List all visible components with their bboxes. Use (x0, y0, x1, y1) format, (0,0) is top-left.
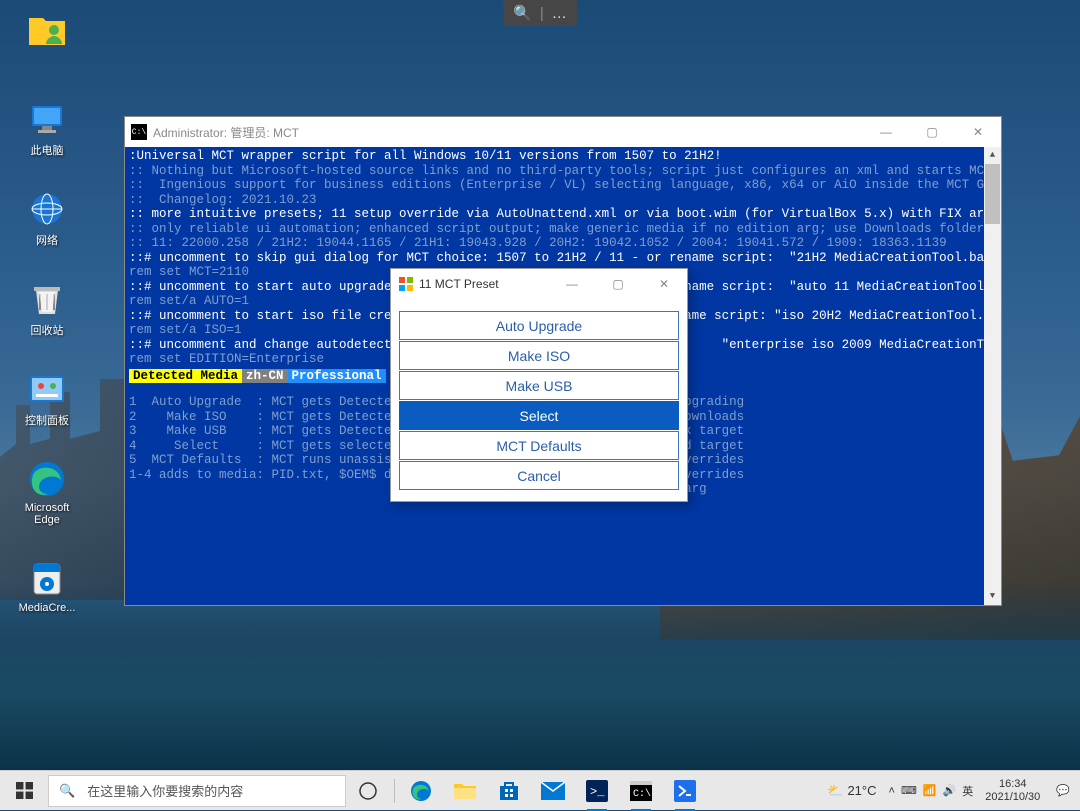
this-pc-icon (26, 98, 68, 140)
dialog-title-text: 11 MCT Preset (419, 277, 499, 291)
desktop-icon-label: MediaCre... (12, 602, 82, 614)
console-line: :Universal MCT wrapper script for all Wi… (129, 149, 997, 164)
taskbar-edge[interactable] (399, 771, 443, 811)
desktop-icon-edge[interactable]: Microsoft Edge (12, 458, 82, 526)
svg-text:>_: >_ (590, 785, 605, 799)
desktop-icon-label: 此电脑 (12, 142, 82, 158)
mct-preset-dialog: 11 MCT Preset — ▢ ✕ Auto UpgradeMake ISO… (390, 268, 688, 502)
scroll-up-icon[interactable]: ▲ (984, 147, 1001, 164)
tray-clock[interactable]: 16:34 2021/10/30 (979, 771, 1046, 811)
tray-indicators[interactable]: ˄ ⌨ 📶 🔊 英 (883, 771, 980, 811)
console-line: :: Ingenious support for business editio… (129, 178, 997, 193)
dialog-close-button[interactable]: ✕ (641, 269, 687, 299)
desktop-icon-label: 控制面板 (12, 412, 82, 428)
taskbar-terminal[interactable]: >_ (575, 771, 619, 811)
taskbar-separator (394, 779, 395, 803)
taskbar-search[interactable]: 🔍 在这里输入你要搜索的内容 (48, 775, 346, 807)
close-button[interactable]: ✕ (955, 117, 1001, 147)
tray-ime[interactable]: 英 (962, 783, 973, 799)
tray-chevron-up-icon[interactable]: ˄ (889, 785, 895, 797)
taskbar: 🔍 在这里输入你要搜索的内容 >_ C:\ ⛅ 21°C ˄ ⌨ 📶 🔊 英 1… (0, 770, 1080, 810)
dialog-minimize-button[interactable]: — (549, 269, 595, 299)
preset-button-auto-upgrade[interactable]: Auto Upgrade (399, 311, 679, 340)
recycle-bin-icon (26, 278, 68, 320)
mediacreation-icon (26, 558, 68, 600)
taskbar-powershell[interactable] (663, 771, 707, 811)
task-view-button[interactable] (346, 771, 390, 811)
console-title-text: Administrator: 管理员: MCT (153, 124, 299, 141)
weather-temp: 21°C (847, 783, 876, 798)
viewer-toolbar: 🔍 | … (503, 0, 577, 26)
desktop-icon-recycle-bin[interactable]: 回收站 (12, 278, 82, 338)
tray-notifications-icon[interactable]: 💬 (1046, 771, 1080, 811)
scroll-thumb[interactable] (985, 164, 1000, 224)
preset-button-cancel[interactable]: Cancel (399, 461, 679, 490)
preset-button-mct-defaults[interactable]: MCT Defaults (399, 431, 679, 460)
scroll-down-icon[interactable]: ▼ (984, 588, 1001, 605)
console-line: :: 11: 22000.258 / 21H2: 19044.1165 / 21… (129, 236, 997, 251)
badge-edition: Professional (288, 369, 386, 384)
badge-lang: zh-CN (242, 369, 288, 384)
user-folder-icon (26, 8, 68, 50)
desktop-icon-label: Microsoft Edge (12, 502, 82, 526)
console-line: :: Changelog: 2021.10.23 (129, 193, 997, 208)
taskbar-cmd[interactable]: C:\ (619, 771, 663, 811)
badge-detected-media: Detected Media (129, 369, 242, 384)
preset-button-make-usb[interactable]: Make USB (399, 371, 679, 400)
svg-text:C:\: C:\ (633, 788, 651, 800)
tray-date: 2021/10/30 (985, 791, 1040, 804)
minimize-button[interactable]: — (863, 117, 909, 147)
edge-icon (26, 458, 68, 500)
preset-button-make-iso[interactable]: Make ISO (399, 341, 679, 370)
search-icon: 🔍 (59, 783, 75, 799)
tray-volume-icon[interactable]: 🔊 (943, 784, 957, 797)
console-line: :: Nothing but Microsoft-hosted source l… (129, 164, 997, 179)
wallpaper-waves (0, 580, 1080, 770)
system-tray: ⛅ 21°C ˄ ⌨ 📶 🔊 英 16:34 2021/10/30 💬 (821, 771, 1080, 811)
toolbar-separator: | (540, 5, 544, 22)
more-icon[interactable]: … (552, 5, 567, 22)
zoom-icon[interactable]: 🔍 (513, 4, 532, 22)
search-placeholder: 在这里输入你要搜索的内容 (87, 781, 243, 800)
taskbar-mail[interactable] (531, 771, 575, 811)
preset-button-select[interactable]: Select (399, 401, 679, 430)
tray-keyboard-icon[interactable]: ⌨ (901, 784, 917, 797)
desktop-icon-network[interactable]: 网络 (12, 188, 82, 248)
desktop-icon-user-folder[interactable] (12, 8, 82, 52)
tray-time: 16:34 (999, 778, 1027, 791)
desktop-icon-label: 回收站 (12, 322, 82, 338)
desktop-icon-mediacreation[interactable]: MediaCre... (12, 558, 82, 614)
console-titlebar[interactable]: C:\ Administrator: 管理员: MCT — ▢ ✕ (125, 117, 1001, 147)
desktop-icon-label: 网络 (12, 232, 82, 248)
console-line: :: only reliable ui automation; enhanced… (129, 222, 997, 237)
start-button[interactable] (0, 771, 48, 811)
console-scrollbar[interactable]: ▲ ▼ (984, 147, 1001, 605)
console-line: ::# uncomment to skip gui dialog for MCT… (129, 251, 997, 266)
dialog-titlebar[interactable]: 11 MCT Preset — ▢ ✕ (391, 269, 687, 299)
dialog-body: Auto UpgradeMake ISOMake USBSelectMCT De… (391, 299, 687, 501)
network-icon (26, 188, 68, 230)
cmd-icon: C:\ (131, 124, 147, 140)
taskbar-store[interactable] (487, 771, 531, 811)
desktop-icon-this-pc[interactable]: 此电脑 (12, 98, 82, 158)
control-panel-icon (26, 368, 68, 410)
taskbar-explorer[interactable] (443, 771, 487, 811)
tray-network-icon[interactable]: 📶 (923, 784, 937, 797)
desktop-icon-control-panel[interactable]: 控制面板 (12, 368, 82, 428)
console-line: :: more intuitive presets; 11 setup over… (129, 207, 997, 222)
dialog-app-icon (398, 276, 414, 292)
tray-weather[interactable]: ⛅ 21°C (821, 771, 882, 811)
weather-cloud-icon: ⛅ (827, 783, 843, 799)
maximize-button[interactable]: ▢ (909, 117, 955, 147)
dialog-maximize-button[interactable]: ▢ (595, 269, 641, 299)
